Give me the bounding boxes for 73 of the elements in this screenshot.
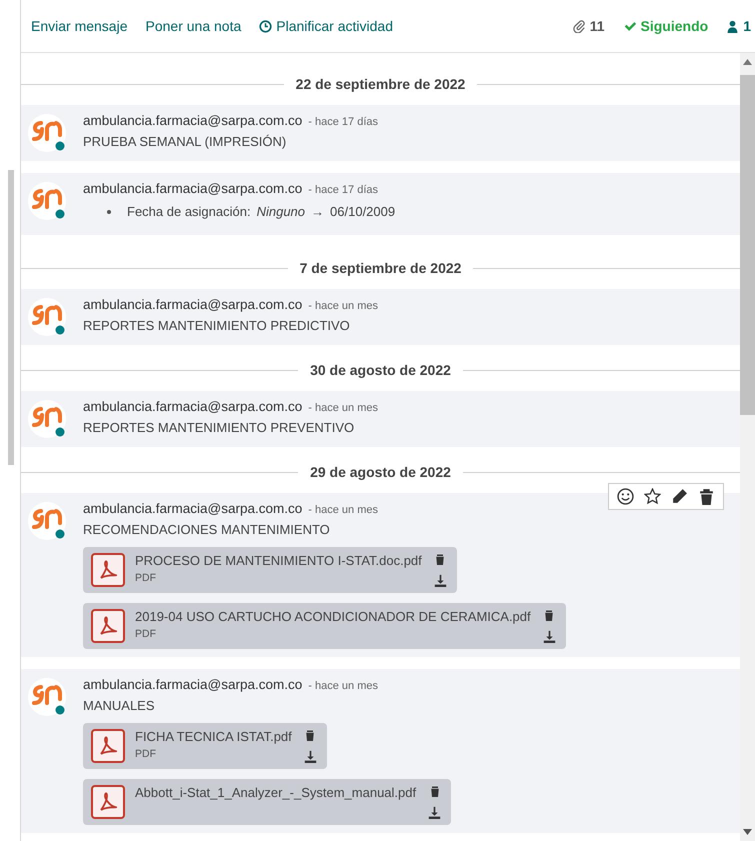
attachment-name: Abbott_i-Stat_1_Analyzer_-_System_manual.pdf	[135, 785, 416, 800]
followers-count[interactable]: 1	[726, 18, 751, 34]
download-icon	[434, 574, 447, 587]
attachment-card[interactable]: FICHA TECNICA ISTAT.pdf PDF	[83, 723, 327, 769]
attachments-count[interactable]: 11	[572, 18, 605, 34]
tracking-field: Fecha de asignación:	[127, 204, 251, 219]
download-icon	[428, 806, 442, 819]
attachment-card[interactable]: PROCESO DE MANTENIMIENTO I-STAT.doc.pdf PDF	[83, 547, 457, 593]
attachment-type: PDF	[135, 628, 157, 640]
attachment-type: PDF	[135, 748, 157, 760]
pdf-file-icon	[91, 553, 125, 587]
trash-icon	[543, 609, 556, 621]
download-icon	[304, 750, 317, 763]
paperclip-icon	[572, 19, 586, 33]
avatar	[27, 113, 67, 153]
avatar	[27, 399, 67, 439]
message-text: RECOMENDACIONES MANTENIMIENTO	[83, 522, 331, 537]
check-icon	[622, 19, 637, 33]
smiley-icon	[617, 488, 634, 505]
scrollbar-thumb[interactable]	[8, 170, 14, 465]
avatar	[27, 297, 67, 337]
message-author: ambulancia.farmacia@sarpa.com.co	[83, 677, 302, 692]
old-value: Ninguno	[256, 204, 306, 219]
message-time: - hace un mes	[308, 504, 378, 516]
date-separator: 29 de agosto de 2022	[310, 464, 451, 480]
message-time: - hace un mes	[308, 402, 378, 414]
avatar	[27, 181, 67, 221]
scrollbar[interactable]	[740, 53, 755, 841]
trash-icon	[304, 729, 316, 741]
trash-icon	[428, 785, 441, 797]
message-author: ambulancia.farmacia@sarpa.com.co	[83, 181, 302, 196]
message-author: ambulancia.farmacia@sarpa.com.co	[83, 113, 302, 128]
arrow-icon: →	[311, 204, 324, 219]
person-icon	[726, 20, 740, 32]
date-separator: 22 de septiembre de 2022	[296, 76, 466, 92]
avatar	[27, 677, 67, 717]
star-icon	[644, 488, 661, 505]
toolbar-link[interactable]: Poner una nota	[146, 18, 242, 34]
new-value: 06/10/2009	[330, 204, 396, 219]
message-text: PRUEBA SEMANAL (IMPRESIÓN)	[83, 134, 288, 149]
attachment-name: PROCESO DE MANTENIMIENTO I-STAT.doc.pdf	[135, 553, 422, 568]
message-author: ambulancia.farmacia@sarpa.com.co	[83, 297, 302, 312]
download-icon	[542, 630, 556, 643]
date-separator: 7 de septiembre de 2022	[300, 260, 462, 276]
attachment-card[interactable]: Abbott_i-Stat_1_Analyzer_-_System_manual.pdf	[83, 779, 452, 825]
bullet-icon	[107, 210, 111, 214]
trash-icon	[434, 553, 446, 565]
scrollbar-thumb[interactable]	[740, 75, 755, 415]
toolbar-link[interactable]: Enviar mensaje	[31, 18, 128, 34]
message-text: REPORTES MANTENIMIENTO PREDICTIVO	[83, 318, 351, 333]
message-time: - hace un mes	[308, 680, 378, 692]
scroll-up-icon[interactable]	[743, 59, 752, 65]
scroll-down-icon[interactable]	[743, 829, 752, 835]
message-text: REPORTES MANTENIMIENTO PREVENTIVO	[83, 420, 356, 435]
pdf-file-icon	[91, 609, 125, 643]
pdf-file-icon	[91, 729, 125, 763]
message-author: ambulancia.farmacia@sarpa.com.co	[83, 501, 302, 516]
pencil-icon	[671, 488, 688, 505]
attachment-name: 2019-04 USO CARTUCHO ACONDICIONADOR DE CERAMICA.pdf	[135, 609, 531, 624]
message-time: - hace 17 días	[308, 116, 378, 128]
message-text: MANUALES	[83, 698, 156, 713]
trash-icon	[698, 488, 715, 505]
attachment-name: FICHA TECNICA ISTAT.pdf	[135, 729, 292, 744]
attachment-card[interactable]: 2019-04 USO CARTUCHO ACONDICIONADOR DE CERAMICA.pdf PDF	[83, 603, 566, 649]
message-time: - hace 17 días	[308, 184, 378, 196]
message-time: - hace un mes	[308, 300, 378, 312]
toolbar-link[interactable]: Planificar actividad	[259, 18, 393, 34]
message-author: ambulancia.farmacia@sarpa.com.co	[83, 399, 302, 414]
clock-icon	[259, 20, 272, 32]
date-separator: 30 de agosto de 2022	[310, 362, 451, 378]
avatar	[27, 501, 67, 541]
attachment-type: PDF	[135, 572, 157, 584]
pdf-file-icon	[91, 785, 125, 819]
